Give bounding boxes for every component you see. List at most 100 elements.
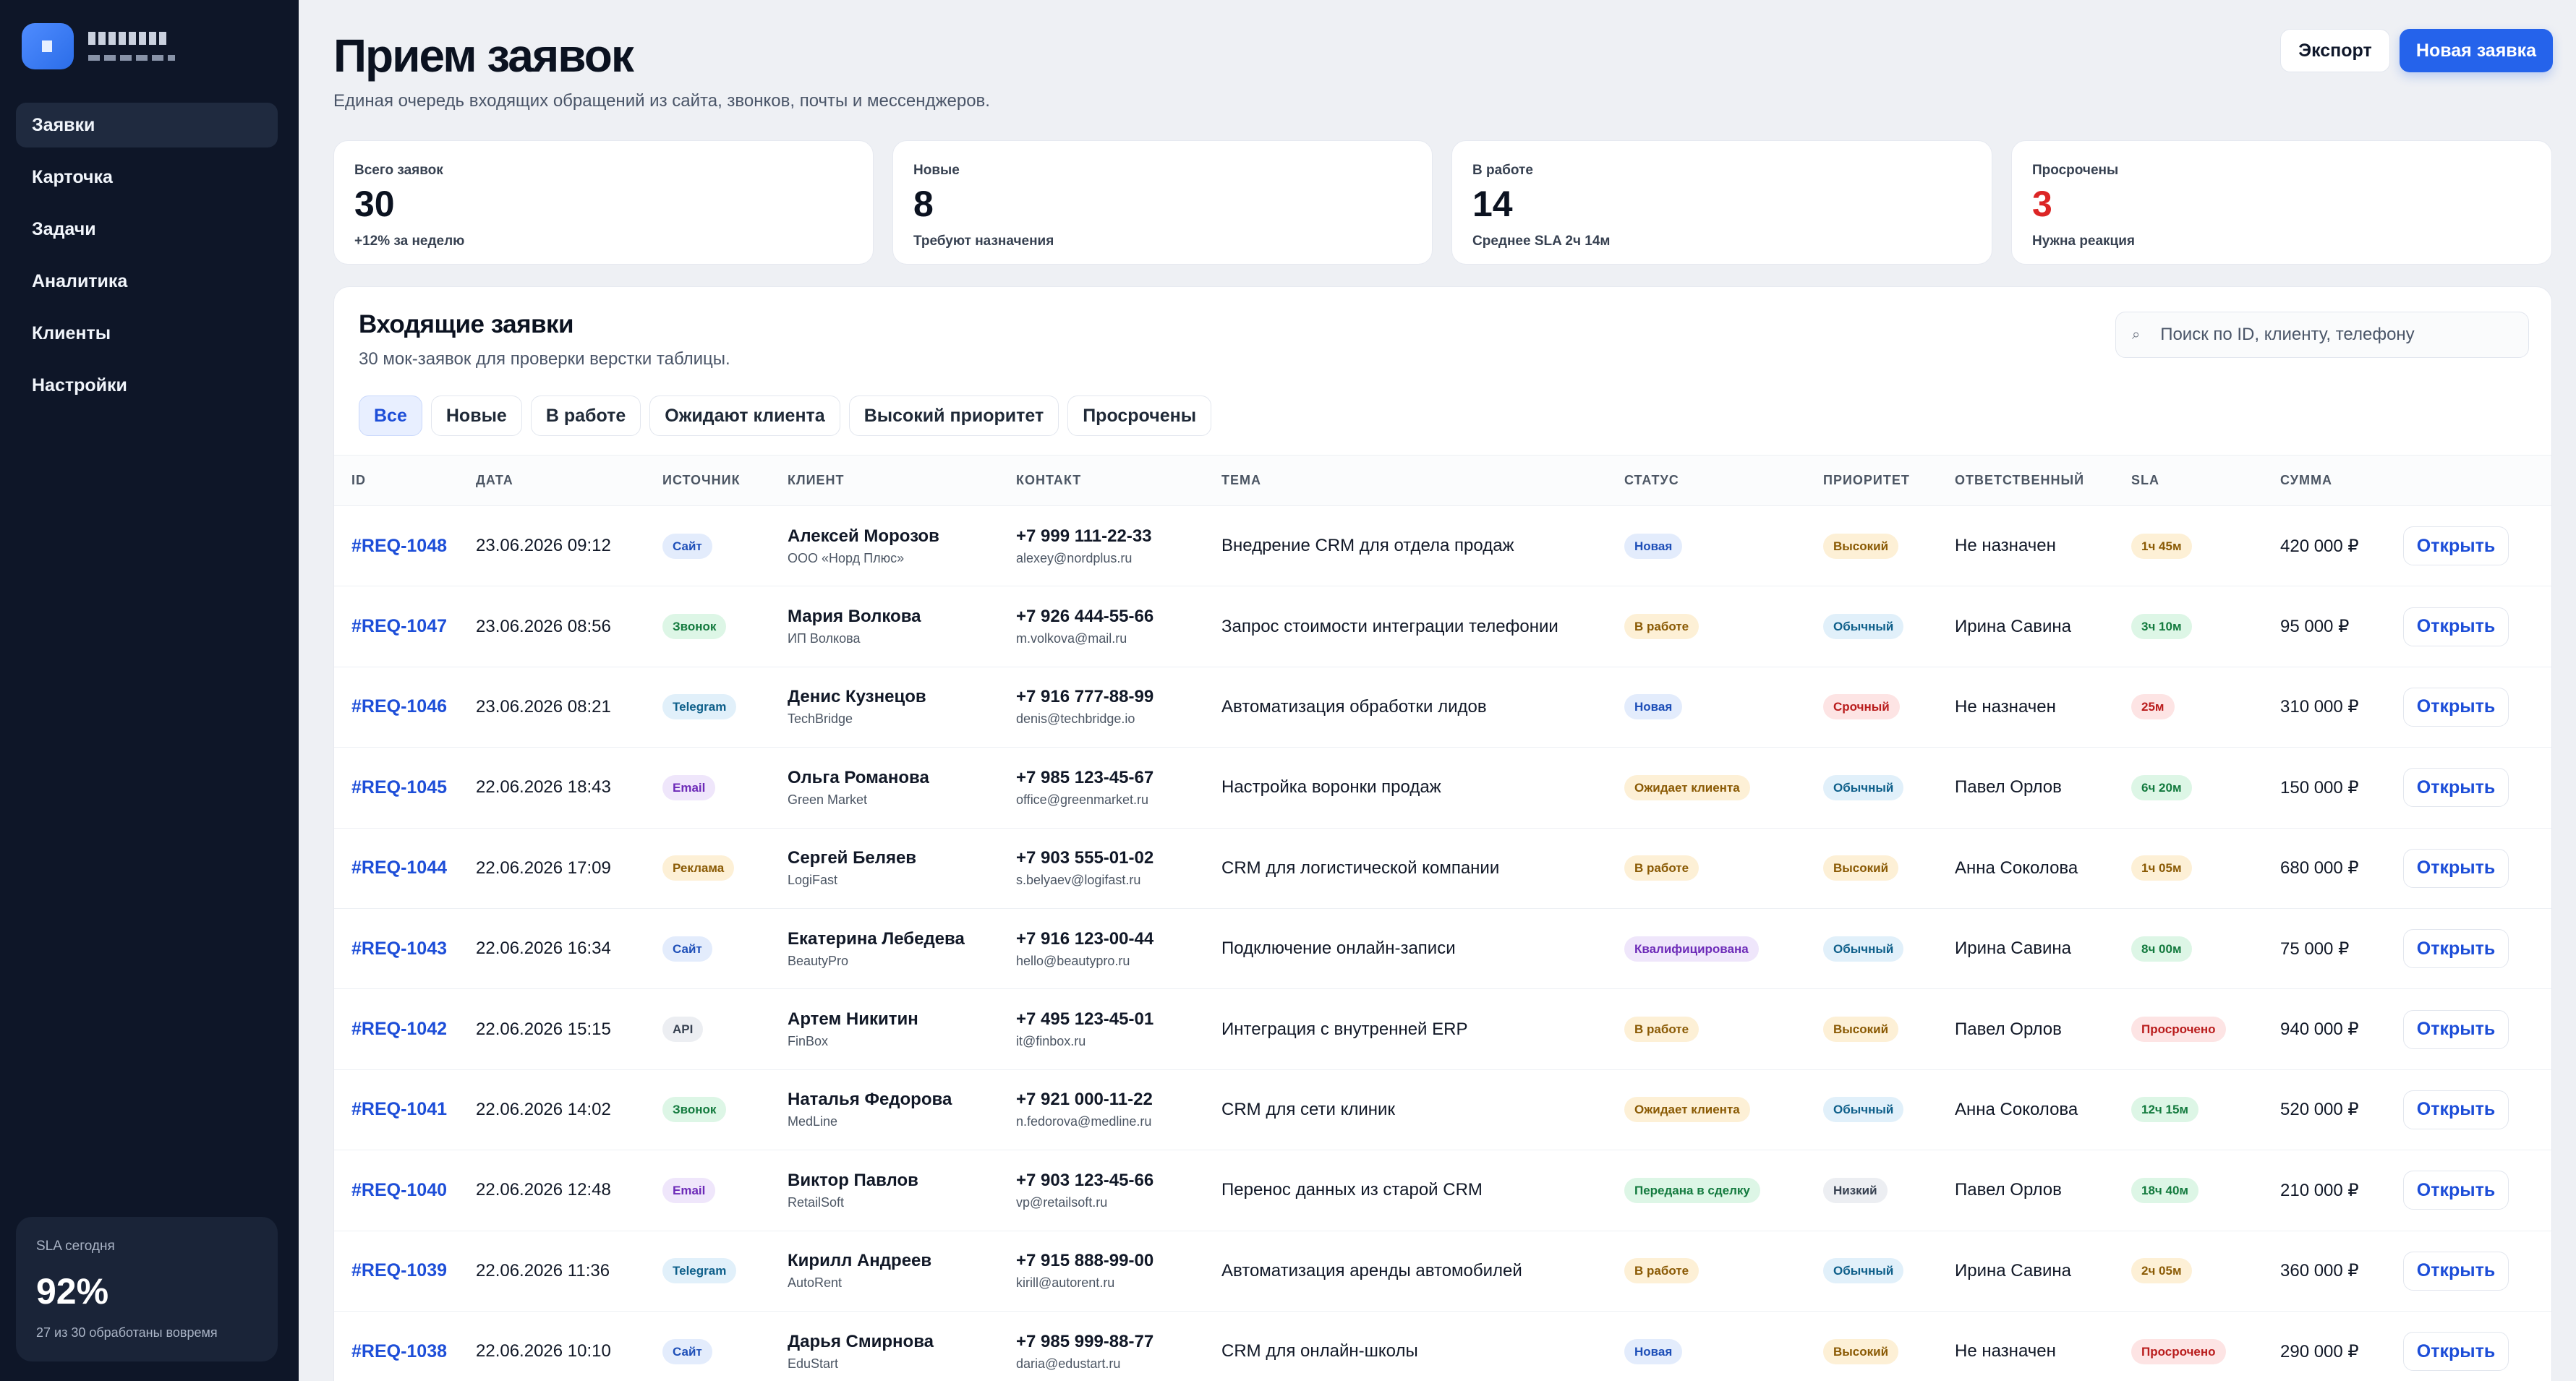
request-id-link[interactable]: #REQ-1048 <box>351 536 447 556</box>
source-badge: Email <box>662 774 716 800</box>
open-button[interactable]: Открыть <box>2403 848 2509 888</box>
priority-badge: Обычный <box>1823 936 1904 962</box>
column-header-client[interactable]: КЛИЕНТ <box>788 455 1016 506</box>
cell-contact: +7 985 999-88-77 daria@edustart.ru <box>1016 1311 1221 1381</box>
page-subtitle: Единая очередь входящих обращений из сай… <box>333 91 990 111</box>
cell-id[interactable]: #REQ-1041 <box>334 1069 476 1151</box>
table-row[interactable]: #REQ-1040 22.06.2026 12:48 Email Виктор Пав… <box>334 1150 2551 1231</box>
request-id-link[interactable]: #REQ-1043 <box>351 939 447 959</box>
table-row[interactable]: #REQ-1046 23.06.2026 08:21 Telegram Денис К… <box>334 667 2551 748</box>
cell-status: Ожидает клиента <box>1624 1069 1823 1151</box>
cell-id[interactable]: #REQ-1040 <box>334 1150 476 1231</box>
cell-id[interactable]: #REQ-1038 <box>334 1311 476 1381</box>
cell-date: 22.06.2026 15:15 <box>476 988 662 1070</box>
open-button[interactable]: Открыть <box>2403 526 2509 566</box>
column-header-status[interactable]: СТАТУС <box>1624 455 1823 506</box>
tab-new[interactable]: Новые <box>430 396 522 436</box>
search-icon: ⌕ <box>2132 326 2141 343</box>
request-id-link[interactable]: #REQ-1045 <box>351 777 447 798</box>
cell-id[interactable]: #REQ-1047 <box>334 586 476 667</box>
card-title: Входящие заявки <box>359 310 574 338</box>
request-id-link[interactable]: #REQ-1047 <box>351 616 447 636</box>
column-header-id[interactable]: ID <box>334 455 476 506</box>
sidebar-nav: Заявки Карточка Задачи Аналитика Клиенты… <box>16 103 278 415</box>
tab-in-progress[interactable]: В работе <box>530 396 641 436</box>
open-button[interactable]: Открыть <box>2403 929 2509 969</box>
cell-sla: 12ч 15м <box>2131 1069 2280 1151</box>
cell-sla: Просрочено <box>2131 1311 2280 1381</box>
tab-high-priority[interactable]: Высокий приоритет <box>848 396 1059 436</box>
cell-contact: +7 903 123-45-66 vp@retailsoft.ru <box>1016 1150 1221 1231</box>
column-header-theme[interactable]: ТЕМА <box>1221 455 1624 506</box>
table-header-row: ID ДАТА ИСТОЧНИК КЛИЕНТ КОНТАКТ ТЕМА СТА… <box>334 455 2551 506</box>
cell-id[interactable]: #REQ-1046 <box>334 667 476 748</box>
search-input[interactable]: ⌕ Поиск по ID, клиенту, телефону <box>2115 312 2529 358</box>
cell-sla: 2ч 05м <box>2131 1231 2280 1312</box>
table-row[interactable]: #REQ-1044 22.06.2026 17:09 Реклама Сергей Б… <box>334 828 2551 909</box>
sidebar-item-requests[interactable]: Заявки <box>16 103 278 147</box>
table-row[interactable]: #REQ-1043 22.06.2026 16:34 Сайт Екатерина Л… <box>334 908 2551 990</box>
client-company: MedLine <box>788 1114 838 1129</box>
cell-owner: Не назначен <box>1955 1311 2131 1381</box>
request-id-link[interactable]: #REQ-1041 <box>351 1099 447 1119</box>
client-company: AutoRent <box>788 1275 843 1291</box>
table-row[interactable]: #REQ-1047 23.06.2026 08:56 Звонок Мария Вол… <box>334 586 2551 667</box>
cell-id[interactable]: #REQ-1048 <box>334 505 476 587</box>
client-name: Кирилл Андреев <box>788 1251 932 1271</box>
request-id-link[interactable]: #REQ-1038 <box>351 1341 447 1361</box>
cell-id[interactable]: #REQ-1043 <box>334 908 476 990</box>
sidebar-item-tasks[interactable]: Задачи <box>16 207 278 252</box>
open-button[interactable]: Открыть <box>2403 1251 2509 1291</box>
column-header-priority[interactable]: ПРИОРИТЕТ <box>1823 455 1955 506</box>
sidebar-item-settings[interactable]: Настройки <box>16 363 278 408</box>
cell-id[interactable]: #REQ-1039 <box>334 1231 476 1312</box>
column-header-owner[interactable]: ОТВЕТСТВЕННЫЙ <box>1955 455 2131 506</box>
app-logo[interactable] <box>22 23 175 69</box>
request-id-link[interactable]: #REQ-1039 <box>351 1260 447 1280</box>
cell-contact: +7 916 123-00-44 hello@beautypro.ru <box>1016 908 1221 990</box>
sidebar-item-clients[interactable]: Клиенты <box>16 311 278 356</box>
open-button[interactable]: Открыть <box>2403 1009 2509 1049</box>
column-header-date[interactable]: ДАТА <box>476 455 662 506</box>
contact-email: m.volkova@mail.ru <box>1016 631 1127 646</box>
cell-client: Артем Никитин FinBox <box>788 988 1016 1070</box>
cell-status: Квалифицирована <box>1624 908 1823 990</box>
sidebar-item-analytics[interactable]: Аналитика <box>16 259 278 304</box>
table-row[interactable]: #REQ-1041 22.06.2026 14:02 Звонок Наталья Ф… <box>334 1069 2551 1151</box>
request-id-link[interactable]: #REQ-1042 <box>351 1019 447 1039</box>
cell-id[interactable]: #REQ-1042 <box>334 988 476 1070</box>
cell-id[interactable]: #REQ-1044 <box>334 828 476 909</box>
new-request-button[interactable]: Новая заявка <box>2400 29 2553 72</box>
table-row[interactable]: #REQ-1039 22.06.2026 11:36 Telegram Кирилл … <box>334 1231 2551 1312</box>
column-header-sum[interactable]: СУММА <box>2280 455 2403 506</box>
table-row[interactable]: #REQ-1045 22.06.2026 18:43 Email Ольга Рома… <box>334 747 2551 829</box>
open-button[interactable]: Открыть <box>2403 1171 2509 1210</box>
tab-all[interactable]: Все <box>359 396 422 436</box>
request-id-link[interactable]: #REQ-1046 <box>351 696 447 717</box>
cell-date: 22.06.2026 12:48 <box>476 1150 662 1231</box>
open-button[interactable]: Открыть <box>2403 607 2509 646</box>
requests-table: ID ДАТА ИСТОЧНИК КЛИЕНТ КОНТАКТ ТЕМА СТА… <box>334 455 2551 1381</box>
cell-id[interactable]: #REQ-1045 <box>334 747 476 829</box>
column-header-contact[interactable]: КОНТАКТ <box>1016 455 1221 506</box>
cell-source: Email <box>662 1150 788 1231</box>
column-header-sla[interactable]: SLA <box>2131 455 2280 506</box>
table-row[interactable]: #REQ-1048 23.06.2026 09:12 Сайт Алексей Мор… <box>334 505 2551 587</box>
table-row[interactable]: #REQ-1038 22.06.2026 10:10 Сайт Дарья Смирн… <box>334 1311 2551 1381</box>
cell-sum: 75 000 ₽ <box>2280 908 2403 990</box>
open-button[interactable]: Открыть <box>2403 1090 2509 1129</box>
sidebar-item-card[interactable]: Карточка <box>16 155 278 200</box>
open-button[interactable]: Открыть <box>2403 768 2509 808</box>
contact-email: alexey@nordplus.ru <box>1016 550 1133 565</box>
export-button[interactable]: Экспорт <box>2280 29 2390 72</box>
table-row[interactable]: #REQ-1042 22.06.2026 15:15 API Артем Никити… <box>334 988 2551 1070</box>
cell-client: Екатерина Лебедева BeautyPro <box>788 908 1016 990</box>
open-button[interactable]: Открыть <box>2403 1332 2509 1372</box>
tab-waiting-client[interactable]: Ожидают клиента <box>649 396 840 436</box>
request-id-link[interactable]: #REQ-1040 <box>351 1180 447 1200</box>
column-header-source[interactable]: ИСТОЧНИК <box>662 455 788 506</box>
tab-overdue[interactable]: Просрочены <box>1067 396 1212 436</box>
sla-badge: Просрочено <box>2131 1338 2226 1364</box>
open-button[interactable]: Открыть <box>2403 687 2509 727</box>
request-id-link[interactable]: #REQ-1044 <box>351 858 447 878</box>
